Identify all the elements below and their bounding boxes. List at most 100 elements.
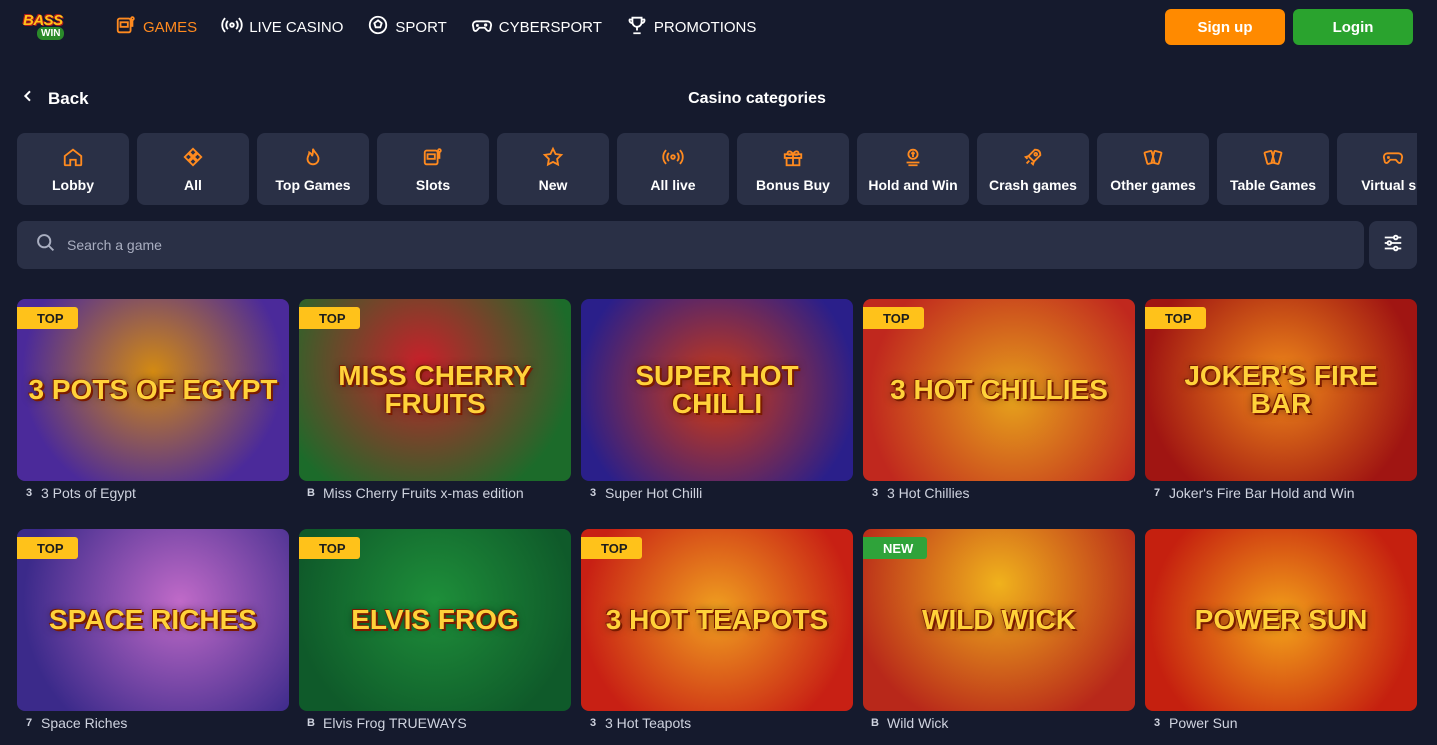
game-thumbnail[interactable]: TOP 3 HOT TEAPOTS	[581, 529, 853, 711]
category-label: Bonus Buy	[756, 176, 830, 193]
nav-games[interactable]: GAMES	[115, 14, 197, 40]
game-thumbnail[interactable]: TOP MISS CHERRY FRUITS	[299, 299, 571, 481]
nav-sport-label: SPORT	[395, 18, 447, 36]
game-card[interactable]: TOP ELVIS FROG B Elvis Frog TRUEWAYS	[299, 529, 571, 745]
filter-button[interactable]	[1369, 221, 1417, 269]
game-thumbnail[interactable]: TOP 3 HOT CHILLIES	[863, 299, 1135, 481]
star-icon	[542, 146, 564, 171]
nav-live-casino[interactable]: LIVE CASINO	[221, 14, 343, 40]
category-label: Crash games	[989, 176, 1077, 193]
game-thumb-title: MISS CHERRY FRUITS	[338, 360, 532, 419]
game-thumb-title: ELVIS FROG	[351, 604, 519, 635]
category-new[interactable]: New	[497, 133, 609, 205]
category-slots[interactable]: Slots	[377, 133, 489, 205]
game-card[interactable]: TOP JOKER'S FIRE BAR 7 Joker's Fire Bar …	[1145, 299, 1417, 517]
broadcast-icon	[662, 146, 684, 171]
category-hold-and-win[interactable]: Hold and Win	[857, 133, 969, 205]
game-card[interactable]: POWER SUN 3 Power Sun	[1145, 529, 1417, 745]
sign-up-button[interactable]: Sign up	[1165, 9, 1285, 45]
search-input[interactable]	[67, 237, 1267, 253]
game-caption: 3 Power Sun	[1145, 715, 1417, 731]
category-label: All	[184, 176, 202, 193]
cards-icon	[1262, 146, 1284, 171]
login-button[interactable]: Login	[1293, 9, 1413, 45]
category-label: Slots	[415, 176, 451, 193]
game-caption: B Elvis Frog TRUEWAYS	[299, 715, 571, 731]
category-bonus-buy[interactable]: Bonus Buy	[737, 133, 849, 205]
game-thumb-title: JOKER'S FIRE BAR	[1184, 360, 1378, 419]
games-grid: TOP 3 POTS OF EGYPT 3 3 Pots of Egypt TO…	[17, 299, 1417, 745]
coin-stack-icon	[902, 146, 924, 171]
slot-machine-icon	[115, 14, 137, 40]
bass-win-logo[interactable]: BASS WIN	[23, 10, 75, 42]
category-top-games[interactable]: Top Games	[257, 133, 369, 205]
game-thumb-title: POWER SUN	[1194, 604, 1368, 635]
game-card[interactable]: TOP MISS CHERRY FRUITS B Miss Cherry Fru…	[299, 299, 571, 517]
game-thumbnail[interactable]: TOP 3 POTS OF EGYPT	[17, 299, 289, 481]
top-badge: TOP	[1145, 307, 1206, 329]
category-label: Table Games	[1229, 176, 1317, 193]
game-card[interactable]: NEW WILD WICK B Wild Wick	[863, 529, 1135, 745]
cards-icon	[1142, 146, 1164, 171]
category-label: Hold and Win	[868, 176, 958, 193]
game-caption: B Miss Cherry Fruits x-mas edition	[299, 485, 571, 501]
category-label: Virtual sp	[1361, 176, 1417, 193]
nav-promotions[interactable]: PROMOTIONS	[626, 14, 756, 40]
game-thumbnail[interactable]: TOP SPACE RICHES	[17, 529, 289, 711]
game-thumb-title: 3 HOT TEAPOTS	[605, 604, 829, 635]
flame-icon	[302, 146, 324, 171]
game-name: Wild Wick	[887, 715, 949, 731]
nav-cybersport-label: CYBERSPORT	[498, 18, 602, 36]
sliders-icon	[1382, 232, 1404, 259]
main-nav: GAMES LIVE CASINO SPORT CYBERSPORT PROMO…	[115, 14, 756, 40]
category-label: Lobby	[52, 176, 94, 193]
nav-live-casino-label: LIVE CASINO	[249, 18, 344, 36]
category-crash-games[interactable]: Crash games	[977, 133, 1089, 205]
nav-cybersport[interactable]: CYBERSPORT	[471, 14, 602, 40]
nav-sport[interactable]: SPORT	[367, 14, 447, 40]
top-badge: TOP	[299, 537, 360, 559]
provider-icon: 7	[1153, 487, 1161, 499]
provider-icon: 7	[25, 717, 33, 729]
slot-machine-icon	[422, 146, 444, 171]
game-thumb-title: SPACE RICHES	[49, 604, 257, 635]
category-virtual-sports[interactable]: Virtual sp	[1337, 133, 1417, 205]
game-thumbnail[interactable]: NEW WILD WICK	[863, 529, 1135, 711]
provider-icon: 3	[589, 717, 597, 729]
game-card[interactable]: TOP 3 POTS OF EGYPT 3 3 Pots of Egypt	[17, 299, 289, 517]
game-thumbnail[interactable]: TOP ELVIS FROG	[299, 529, 571, 711]
category-lobby[interactable]: Lobby	[17, 133, 129, 205]
category-carousel: Lobby All Top Games Slots New All live B…	[17, 133, 1417, 205]
search-bar	[17, 221, 1364, 269]
gamepad-icon	[471, 14, 493, 40]
game-thumbnail[interactable]: SUPER HOT CHILLI	[581, 299, 853, 481]
game-caption: 3 3 Hot Chillies	[863, 485, 1135, 501]
provider-icon: 3	[25, 487, 33, 499]
page-title: Casino categories	[688, 90, 826, 107]
game-thumbnail[interactable]: TOP JOKER'S FIRE BAR	[1145, 299, 1417, 481]
category-all-live[interactable]: All live	[617, 133, 729, 205]
category-other-games[interactable]: Other games	[1097, 133, 1209, 205]
game-card[interactable]: TOP 3 HOT CHILLIES 3 3 Hot Chillies	[863, 299, 1135, 517]
game-caption: 3 3 Pots of Egypt	[17, 485, 289, 501]
top-badge: TOP	[581, 537, 642, 559]
category-table-games[interactable]: Table Games	[1217, 133, 1329, 205]
category-label: Other games	[1110, 176, 1196, 193]
game-card[interactable]: SUPER HOT CHILLI 3 Super Hot Chilli	[581, 299, 853, 517]
soccer-ball-icon	[367, 14, 389, 40]
category-label: All live	[650, 176, 696, 193]
provider-icon: B	[307, 487, 315, 499]
game-name: Space Riches	[41, 715, 128, 731]
game-thumb-title: 3 HOT CHILLIES	[890, 374, 1108, 405]
nav-games-label: GAMES	[143, 18, 198, 36]
game-thumbnail[interactable]: POWER SUN	[1145, 529, 1417, 711]
game-caption: 3 3 Hot Teapots	[581, 715, 853, 731]
game-card[interactable]: TOP SPACE RICHES 7 Space Riches	[17, 529, 289, 745]
game-name: 3 Pots of Egypt	[41, 485, 136, 501]
category-label: New	[538, 176, 568, 193]
game-card[interactable]: TOP 3 HOT TEAPOTS 3 3 Hot Teapots	[581, 529, 853, 745]
game-name: Super Hot Chilli	[605, 485, 703, 501]
game-name: Elvis Frog TRUEWAYS	[323, 715, 467, 731]
broadcast-icon	[221, 14, 243, 40]
category-all[interactable]: All	[137, 133, 249, 205]
